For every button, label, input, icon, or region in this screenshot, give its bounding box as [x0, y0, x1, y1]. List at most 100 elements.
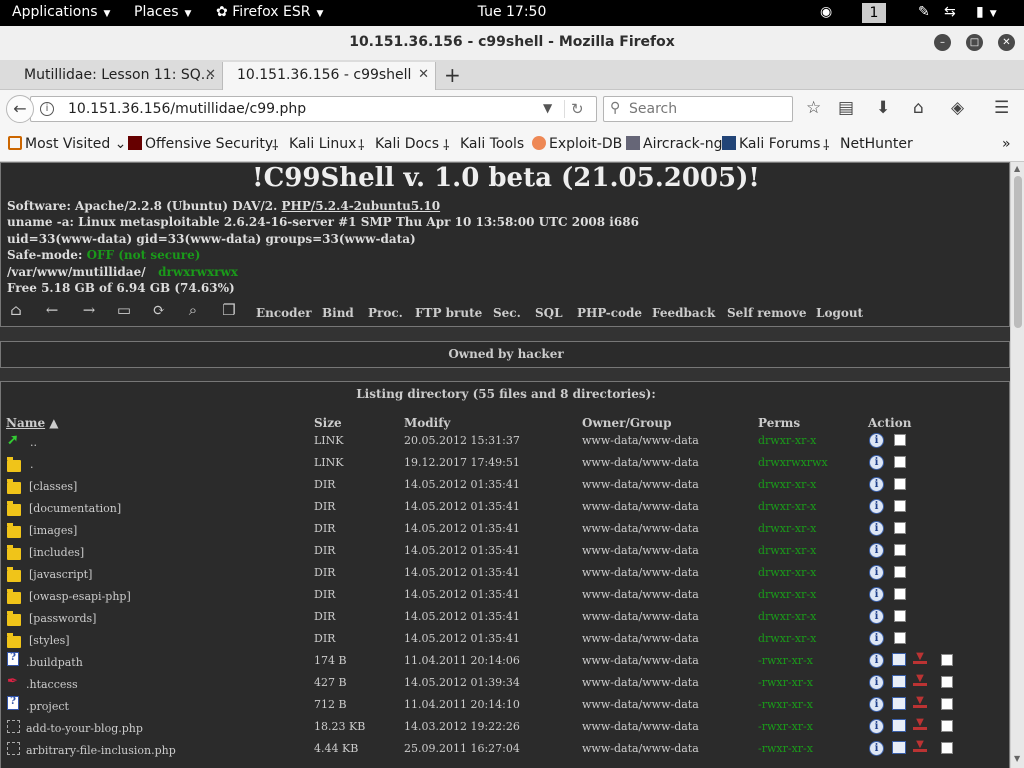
home-icon[interactable]: ⌂	[913, 98, 924, 118]
cwd-link[interactable]: /var/www/mutillidae/	[7, 265, 146, 279]
row-checkbox[interactable]	[941, 676, 953, 688]
bookmark-most-visited[interactable]: Most Visited ⌄	[8, 136, 126, 152]
file-perms-link[interactable]: drwxrwxrwx	[758, 456, 828, 469]
row-checkbox[interactable]	[894, 478, 906, 490]
download-icon[interactable]: ⬇	[876, 98, 890, 118]
file-perms-link[interactable]: drwxr-xr-x	[758, 478, 816, 491]
column-action[interactable]: Action	[868, 416, 911, 430]
url-dropdown-icon[interactable]: ▼	[543, 101, 552, 115]
menu-sec[interactable]: Sec.	[493, 306, 521, 320]
menu-ftp-brute[interactable]: FTP brute	[415, 306, 482, 320]
search-icon[interactable]: ⌕	[183, 300, 203, 320]
row-checkbox[interactable]	[941, 654, 953, 666]
row-checkbox[interactable]	[894, 566, 906, 578]
file-name-link[interactable]: add-to-your-blog.php	[26, 722, 143, 735]
file-name-link[interactable]: [passwords]	[29, 612, 96, 625]
edit-icon[interactable]	[892, 741, 906, 754]
file-perms-link[interactable]: drwxr-xr-x	[758, 434, 816, 447]
bookmark-nethunter[interactable]: ⸸ NetHunter	[823, 136, 913, 154]
network-icon[interactable]: ⇆	[944, 4, 956, 20]
scroll-down-icon[interactable]: ▼	[1014, 754, 1020, 763]
info-icon[interactable]: i	[869, 697, 884, 712]
edit-icon[interactable]	[892, 653, 906, 666]
row-checkbox[interactable]	[894, 588, 906, 600]
menu-bind[interactable]: Bind	[322, 306, 354, 320]
file-name-link[interactable]: .project	[26, 700, 69, 713]
info-icon[interactable]: i	[869, 477, 884, 492]
file-name-link[interactable]: .htaccess	[26, 678, 78, 691]
file-name-link[interactable]: .buildpath	[26, 656, 83, 669]
row-checkbox[interactable]	[941, 698, 953, 710]
parent-folder-icon[interactable]: ▭	[114, 300, 134, 320]
edit-icon[interactable]	[892, 675, 906, 688]
file-name-link[interactable]: [classes]	[29, 480, 77, 493]
row-checkbox[interactable]	[894, 610, 906, 622]
php-version-link[interactable]: PHP/5.2.4-2ubuntu5.10	[282, 199, 441, 213]
forward-arrow-icon[interactable]: →	[79, 300, 99, 320]
file-name-link[interactable]: [owasp-esapi-php]	[29, 590, 131, 603]
info-icon[interactable]: i	[869, 587, 884, 602]
file-perms-link[interactable]: drwxr-xr-x	[758, 522, 816, 535]
workspace-indicator[interactable]: 1	[862, 3, 886, 23]
file-name-link[interactable]: [javascript]	[29, 568, 92, 581]
home-icon[interactable]: ⌂	[6, 300, 26, 320]
file-perms-link[interactable]: drwxr-xr-x	[758, 566, 816, 579]
menu-feedback[interactable]: Feedback	[652, 306, 715, 320]
row-checkbox[interactable]	[894, 500, 906, 512]
file-name-link[interactable]: [images]	[29, 524, 77, 537]
file-perms-link[interactable]: -rwxr-xr-x	[758, 698, 813, 711]
file-perms-link[interactable]: drwxr-xr-x	[758, 588, 816, 601]
battery-icon[interactable]: ▮ ▼	[976, 4, 997, 20]
search-input[interactable]: ⚲ Search	[603, 96, 793, 122]
bookmark-star-icon[interactable]: ☆	[806, 98, 821, 118]
buffer-icon[interactable]: ❐	[219, 300, 239, 320]
scroll-up-icon[interactable]: ▲	[1014, 164, 1020, 173]
info-icon[interactable]: i	[869, 631, 884, 646]
back-arrow-icon[interactable]: ←	[42, 300, 62, 320]
bookmark-kali-linux[interactable]: ⸸ Kali Linux	[272, 136, 356, 154]
tab-mutillidae[interactable]: Mutillidae: Lesson 11: SQ... ✕	[10, 62, 222, 90]
column-size[interactable]: Size	[314, 416, 342, 430]
file-perms-link[interactable]: drwxr-xr-x	[758, 632, 816, 645]
scrollbar-thumb[interactable]	[1014, 176, 1022, 328]
new-tab-button[interactable]: +	[444, 63, 461, 87]
file-name-link[interactable]: .	[30, 458, 34, 471]
minimize-button[interactable]: –	[934, 34, 951, 51]
bookmark-offensive-security[interactable]: Offensive Security	[128, 136, 273, 152]
info-icon[interactable]: i	[869, 499, 884, 514]
info-icon[interactable]: i	[869, 719, 884, 734]
bookmark-exploit-db[interactable]: Exploit-DB	[532, 136, 622, 152]
page-scrollbar[interactable]: ▲ ▼	[1010, 162, 1024, 768]
bookmarks-overflow-icon[interactable]: »	[1002, 136, 1011, 152]
row-checkbox[interactable]	[894, 456, 906, 468]
video-icon[interactable]: ◉	[820, 4, 832, 20]
info-icon[interactable]: i	[869, 543, 884, 558]
bookmark-aircrack-ng[interactable]: Aircrack-ng	[626, 136, 723, 152]
info-icon[interactable]: i	[869, 433, 884, 448]
info-icon[interactable]: i	[869, 565, 884, 580]
pocket-icon[interactable]: ◈	[951, 98, 964, 118]
file-perms-link[interactable]: drwxr-xr-x	[758, 544, 816, 557]
download-icon[interactable]: ▼	[913, 696, 927, 708]
menu-encoder[interactable]: Encoder	[256, 306, 312, 320]
url-text[interactable]: 10.151.36.156/mutillidae/c99.php	[68, 101, 306, 117]
reading-list-icon[interactable]: ▤	[838, 98, 854, 118]
file-name-link[interactable]: ..	[30, 436, 37, 449]
file-perms-link[interactable]: drwxr-xr-x	[758, 610, 816, 623]
menu-self-remove[interactable]: Self remove	[727, 306, 806, 320]
download-icon[interactable]: ▼	[913, 718, 927, 730]
close-tab-icon[interactable]: ✕	[205, 67, 216, 82]
row-checkbox[interactable]	[894, 632, 906, 644]
file-perms-link[interactable]: -rwxr-xr-x	[758, 742, 813, 755]
info-icon[interactable]: i	[869, 521, 884, 536]
download-icon[interactable]: ▼	[913, 652, 927, 664]
info-icon[interactable]: i	[869, 741, 884, 756]
hamburger-menu-icon[interactable]: ☰	[994, 98, 1009, 118]
column-name[interactable]: Name ▲	[6, 416, 58, 430]
column-perms[interactable]: Perms	[758, 416, 800, 430]
site-info-icon[interactable]: i	[40, 102, 54, 116]
menu-sql[interactable]: SQL	[535, 306, 563, 320]
reload-icon[interactable]: ↻	[571, 100, 584, 118]
file-perms-link[interactable]: -rwxr-xr-x	[758, 720, 813, 733]
file-perms-link[interactable]: -rwxr-xr-x	[758, 654, 813, 667]
